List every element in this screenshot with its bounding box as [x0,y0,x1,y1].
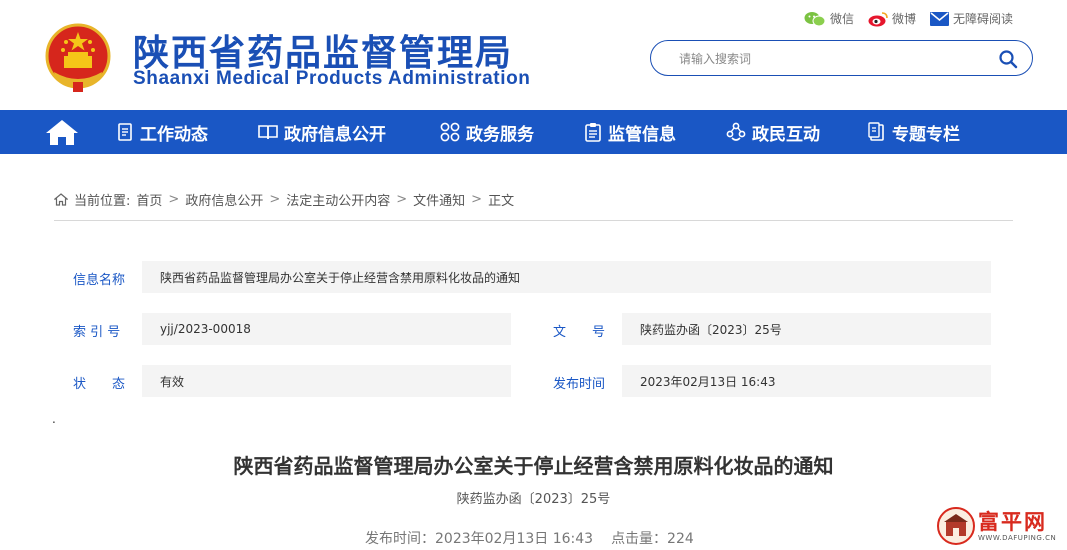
breadcrumb-gov-info[interactable]: 政府信息公开 [185,190,263,209]
accessibility-label: 无障碍阅读 [952,12,1013,26]
site-title-en: Shaanxi Medical Products Administration [133,68,531,89]
book-icon [258,125,278,140]
search-icon[interactable] [998,49,1018,69]
nav-item-interaction[interactable]: 政民互动 [726,110,820,154]
article-doc-number: 陕药监办函〔2023〕25号 [456,492,611,507]
breadcrumb-separator: > [471,192,483,207]
weibo-icon [868,11,888,26]
info-status-value: 有效 [142,365,511,397]
info-name-label: 信息名称 [73,273,126,288]
info-index-label: 索 引 号 [73,325,121,340]
nav-item-gov-service[interactable]: 政务服务 [440,110,534,154]
weibo-label: 微博 [891,12,916,26]
stray-dot: . [52,412,56,426]
nav-item-gov-info[interactable]: 政府信息公开 [258,110,386,154]
interaction-icon [726,122,746,141]
info-name-value: 陕西省药品监督管理局办公室关于停止经营含禁用原料化妆品的通知 [142,261,991,293]
search-box [650,40,1033,76]
breadcrumb-home[interactable]: 首页 [136,190,162,209]
wechat-link[interactable]: 微信 [804,10,854,27]
grid-icon [440,122,460,142]
info-date-value: 2023年02月13日 16:43 [622,365,991,397]
view-count: 点击量：224 [611,531,694,547]
clipboard-icon [585,123,601,142]
nav-label: 政民互动 [752,124,820,145]
nav-item-supervision[interactable]: 监管信息 [584,110,676,154]
home-icon [54,193,68,206]
breadcrumb-prefix: 当前位置: [74,194,131,209]
folder-icon [868,122,884,141]
breadcrumb-separator: > [396,192,408,207]
nav-label: 工作动态 [140,124,208,145]
watermark-url: WWW.DAFUPING.CN [978,534,1057,542]
wechat-label: 微信 [829,12,854,26]
site-header: 陕西省药品监督管理局 Shaanxi Medical Products Admi… [0,0,1067,110]
document-icon [118,123,132,141]
mail-icon [929,11,949,26]
top-links: 微信 微博 无障碍阅读 [804,10,1013,27]
info-date-label: 发布时间 [553,377,606,392]
nav-label: 监管信息 [608,124,676,145]
search-input[interactable] [679,49,979,69]
publish-time: 发布时间：2023年02月13日 16:43 [365,531,594,547]
main-nav: 工作动态 政府信息公开 政务服务 监管信息 政民互动 专题专栏 [0,110,1067,154]
home-icon[interactable] [44,118,80,146]
breadcrumb-separator: > [168,192,180,207]
article-meta: 发布时间：2023年02月13日 16:43 点击量：224 [365,528,694,548]
accessibility-link[interactable]: 无障碍阅读 [929,10,1013,27]
breadcrumb-separator: > [269,192,281,207]
info-index-value: yjj/2023-00018 [142,313,511,345]
nav-label: 政府信息公开 [284,124,386,145]
info-status-label: 状 态 [73,377,126,392]
watermark-text: 富平网 [978,510,1047,534]
nav-item-special[interactable]: 专题专栏 [868,110,960,154]
nav-label: 专题专栏 [892,124,960,145]
weibo-link[interactable]: 微博 [868,10,916,27]
breadcrumb-file-notice[interactable]: 文件通知 [413,190,465,209]
info-docno-value: 陕药监办函〔2023〕25号 [622,313,991,345]
nav-item-work-news[interactable]: 工作动态 [116,110,208,154]
national-emblem-icon[interactable] [44,22,112,94]
breadcrumb: 当前位置: 首页 > 政府信息公开 > 法定主动公开内容 > 文件通知 > 正文 [54,190,514,209]
info-docno-label: 文 号 [553,325,606,340]
watermark-logo-icon [937,507,975,545]
article-title: 陕西省药品监督管理局办公室关于停止经营含禁用原料化妆品的通知 [233,454,834,478]
nav-label: 政务服务 [466,124,534,145]
breadcrumb-current: 正文 [488,194,515,209]
watermark: 富平网 WWW.DAFUPING.CN [936,506,1062,546]
breadcrumb-legal-disclosure[interactable]: 法定主动公开内容 [286,190,390,209]
breadcrumb-divider [54,220,1013,221]
wechat-icon [804,11,826,26]
